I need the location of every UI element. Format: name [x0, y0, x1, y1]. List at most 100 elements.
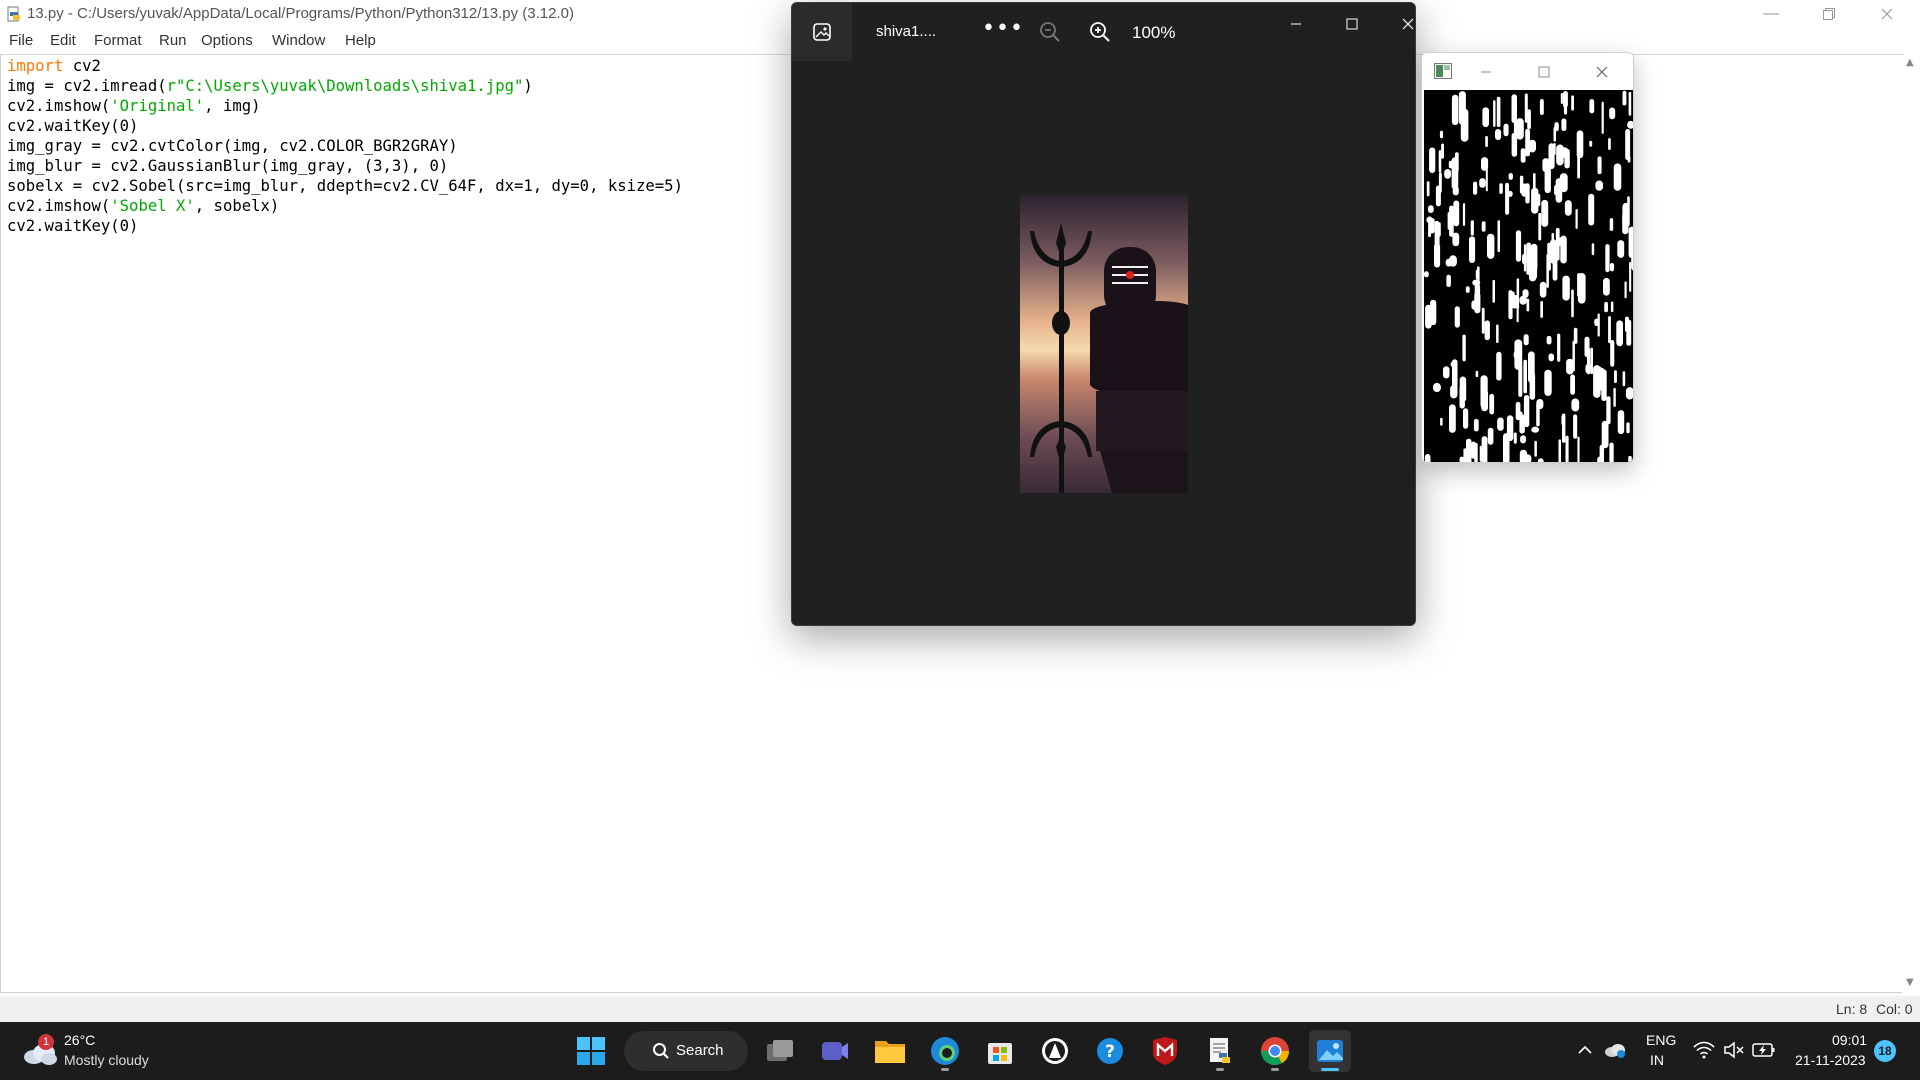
task-view-button[interactable] [759, 1030, 801, 1072]
status-column: Col: 0 [1876, 1001, 1913, 1017]
restore-button[interactable] [1800, 0, 1858, 28]
task-view-icon [767, 1040, 793, 1061]
menu-edit[interactable]: Edit [50, 32, 76, 49]
wifi-button[interactable] [1692, 1038, 1716, 1062]
battery-charging-icon [1752, 1043, 1775, 1057]
svg-text:?: ? [1105, 1042, 1115, 1062]
start-button[interactable] [570, 1030, 612, 1072]
running-indicator [941, 1068, 949, 1071]
status-bar: Ln: 8 Col: 0 [0, 996, 1920, 1022]
code-line[interactable]: import cv2 [7, 56, 683, 76]
clock-time[interactable]: 09:01 [1832, 1032, 1867, 1048]
zoom-out-icon[interactable] [1037, 19, 1063, 45]
vertical-scrollbar[interactable]: ▲ ▼ [1902, 55, 1920, 993]
menu-help[interactable]: Help [345, 32, 376, 49]
opencv-window-icon [1434, 63, 1452, 79]
volume-muted-icon [1724, 1041, 1744, 1059]
start-icon [577, 1037, 605, 1065]
shiva-photo [1020, 195, 1188, 493]
photos-taskbar-button[interactable] [1309, 1030, 1351, 1072]
photos-minimize-button[interactable] [1274, 9, 1318, 39]
app-icon [1042, 1038, 1068, 1064]
code-line[interactable]: img_blur = cv2.GaussianBlur(img_gray, (3… [7, 156, 683, 176]
more-icon: ••• [982, 16, 1024, 41]
status-line: Ln: 8 [1836, 1001, 1868, 1017]
cv-maximize-button[interactable] [1522, 57, 1566, 87]
menu-options[interactable]: Options [201, 32, 253, 49]
maximize-icon [1346, 18, 1358, 30]
battery-button[interactable] [1752, 1038, 1776, 1062]
close-icon [1596, 66, 1608, 78]
code-line[interactable]: cv2.imshow('Original', img) [7, 96, 683, 116]
window-title: 13.py - C:/Users/yuvak/AppData/Local/Pro… [27, 5, 574, 22]
code-line[interactable]: sobelx = cv2.Sobel(src=img_blur, ddepth=… [7, 176, 683, 196]
edge-button[interactable] [924, 1030, 966, 1072]
weather-alert-badge: 1 [38, 1034, 54, 1050]
taskbar-search[interactable]: Search [624, 1031, 748, 1071]
code-text[interactable]: import cv2 img = cv2.imread(r"C:\Users\yu… [7, 56, 683, 236]
code-line[interactable]: cv2.waitKey(0) [7, 116, 683, 136]
file-explorer-button[interactable] [869, 1030, 911, 1072]
scroll-up-icon[interactable]: ▲ [1906, 57, 1914, 68]
close-icon [1881, 8, 1893, 20]
onedrive-icon [1605, 1044, 1625, 1058]
wifi-icon [1693, 1041, 1715, 1059]
code-line[interactable]: cv2.waitKey(0) [7, 216, 683, 236]
app-button[interactable] [1034, 1030, 1076, 1072]
clock-date[interactable]: 21-11-2023 [1795, 1052, 1866, 1068]
input-region[interactable]: IN [1650, 1052, 1664, 1068]
menu-format[interactable]: Format [94, 32, 142, 49]
taskbar: 1 26°C Mostly cloudy Search ? ENG IN 09:… [0, 1022, 1920, 1080]
show-hidden-icons-button[interactable] [1573, 1038, 1597, 1062]
input-language[interactable]: ENG [1646, 1032, 1676, 1048]
scroll-down-icon[interactable]: ▼ [1906, 977, 1914, 988]
chrome-icon [1261, 1037, 1289, 1065]
minimize-button[interactable]: — [1742, 0, 1800, 28]
minimize-icon [1481, 71, 1491, 73]
code-line[interactable]: cv2.imshow('Sobel X', sobelx) [7, 196, 683, 216]
weather-temperature: 26°C [64, 1032, 96, 1048]
search-icon [653, 1043, 669, 1059]
mcafee-button[interactable] [1144, 1030, 1186, 1072]
image-filename: shiva1.... [876, 23, 937, 40]
volume-button[interactable] [1722, 1038, 1746, 1062]
notification-count-badge[interactable]: 18 [1874, 1040, 1896, 1062]
running-indicator [1216, 1068, 1224, 1071]
photos-maximize-button[interactable] [1330, 9, 1374, 39]
mcafee-icon [1153, 1037, 1177, 1065]
gallery-icon [813, 23, 831, 41]
zoom-level[interactable]: 100% [1132, 23, 1175, 43]
gallery-button[interactable] [792, 3, 852, 61]
help-button[interactable]: ? [1089, 1030, 1131, 1072]
menu-run[interactable]: Run [159, 32, 187, 49]
opencv-titlebar[interactable] [1422, 53, 1633, 90]
code-line[interactable]: img = cv2.imread(r"C:\Users\yuvak\Downlo… [7, 76, 683, 96]
menu-window[interactable]: Window [272, 32, 325, 49]
teams-button[interactable] [814, 1030, 856, 1072]
cv-minimize-button[interactable] [1464, 57, 1508, 87]
idle-taskbar-button[interactable] [1199, 1030, 1241, 1072]
menu-file[interactable]: File [9, 32, 33, 49]
teams-icon [822, 1042, 848, 1060]
weather-description: Mostly cloudy [64, 1052, 149, 1068]
onedrive-tray-button[interactable] [1603, 1038, 1627, 1062]
store-button[interactable] [979, 1030, 1021, 1072]
photos-icon [1317, 1040, 1343, 1062]
chrome-button[interactable] [1254, 1030, 1296, 1072]
cv-close-button[interactable] [1580, 57, 1624, 87]
minimize-icon [1291, 23, 1301, 25]
idle-icon [1210, 1038, 1230, 1063]
chevron-up-icon [1578, 1045, 1592, 1054]
more-options-button[interactable]: ••• [982, 17, 1023, 47]
python-file-icon [7, 6, 20, 22]
code-line[interactable]: img_gray = cv2.cvtColor(img, cv2.COLOR_B… [7, 136, 683, 156]
minimize-icon: — [1763, 5, 1779, 22]
weather-widget[interactable]: 1 26°C Mostly cloudy [20, 1028, 200, 1074]
store-icon [988, 1043, 1012, 1064]
zoom-in-icon[interactable] [1087, 19, 1113, 45]
active-indicator [1321, 1068, 1339, 1071]
help-icon: ? [1097, 1038, 1123, 1064]
photos-close-button[interactable] [1386, 9, 1415, 39]
restore-icon [1823, 8, 1835, 20]
close-button[interactable] [1858, 0, 1916, 28]
